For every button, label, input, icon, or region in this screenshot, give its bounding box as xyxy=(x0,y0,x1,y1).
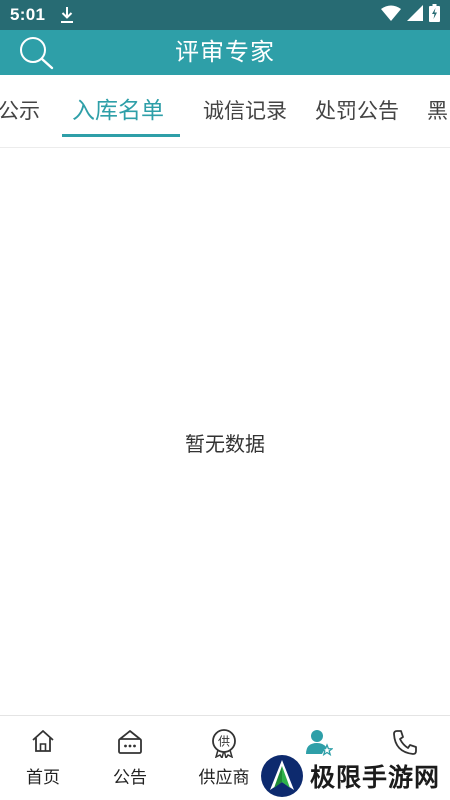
tab-credit-record[interactable]: 诚信记录 xyxy=(203,75,287,147)
watermark: 极限手游网 xyxy=(260,752,450,800)
active-tab-indicator xyxy=(62,134,180,137)
battery-icon xyxy=(429,4,440,26)
page-title: 评审专家 xyxy=(175,38,275,66)
svg-text:供: 供 xyxy=(218,735,230,749)
supplier-badge-icon: 供 xyxy=(212,729,236,758)
wifi-icon xyxy=(381,5,401,25)
signal-icon xyxy=(407,5,423,25)
tab-blacklist[interactable]: 黑 xyxy=(427,75,448,147)
nav-supplier[interactable]: 供 供应商 xyxy=(179,716,269,800)
tab-penalty-notice[interactable]: 处罚公告 xyxy=(315,75,399,147)
status-icons xyxy=(381,4,440,26)
tab-bar: 公示 入库名单 诚信记录 处罚公告 黑 xyxy=(0,75,450,148)
download-icon xyxy=(59,5,75,25)
home-icon xyxy=(32,730,54,752)
nav-announcement[interactable]: 公告 xyxy=(85,716,175,800)
announcement-icon xyxy=(118,730,142,754)
status-bar: 5:01 xyxy=(0,0,450,30)
nav-home-label: 首页 xyxy=(26,768,60,788)
nav-home[interactable]: 首页 xyxy=(0,716,88,800)
watermark-text: 极限手游网 xyxy=(310,763,441,792)
app-bar: 评审专家 xyxy=(0,30,450,75)
list-content: 暂无数据 xyxy=(0,148,450,715)
status-time: 5:01 xyxy=(10,5,46,24)
nav-supplier-label: 供应商 xyxy=(198,768,250,788)
nav-announcement-label: 公告 xyxy=(113,768,147,788)
tab-announcement[interactable]: 公示 xyxy=(0,75,40,147)
empty-state-message: 暂无数据 xyxy=(185,432,265,456)
watermark-logo-icon xyxy=(261,755,303,797)
